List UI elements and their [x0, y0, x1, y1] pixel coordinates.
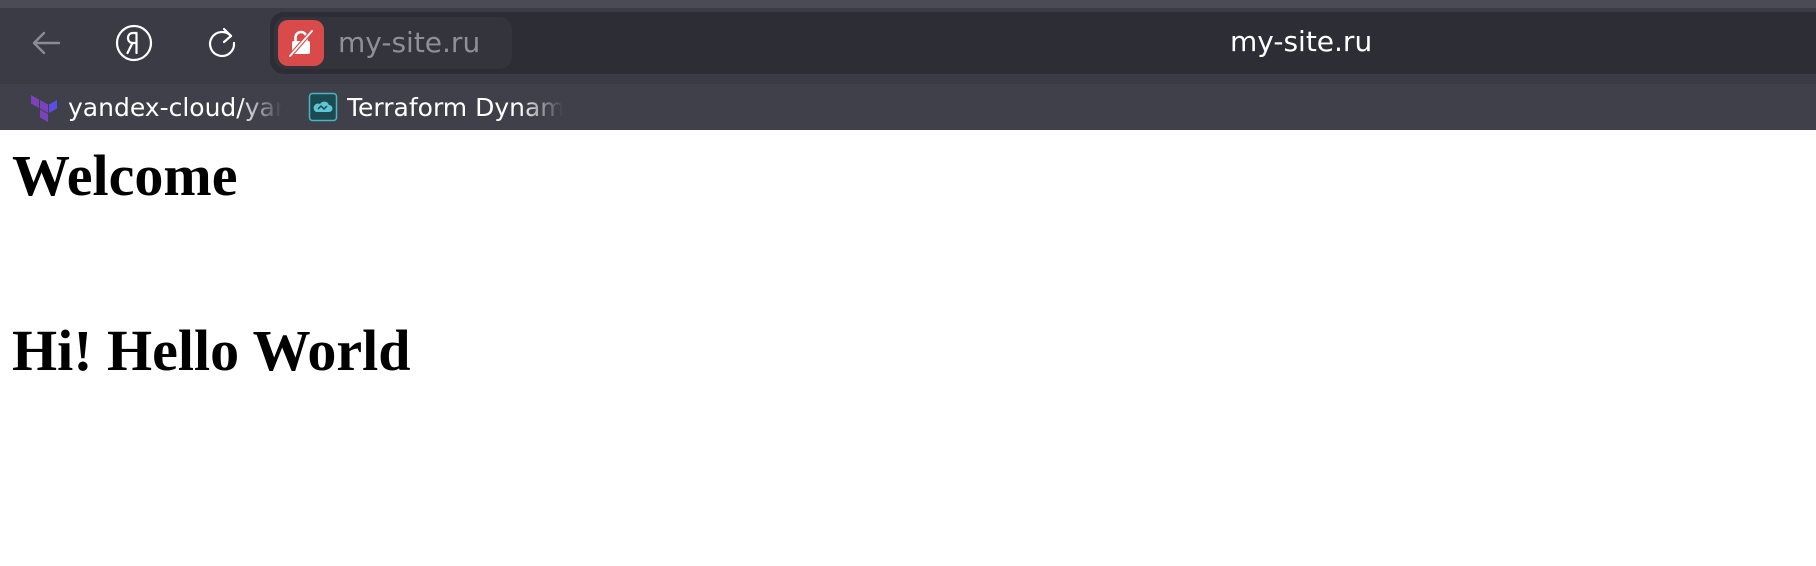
bookmark-yandex-cloud[interactable]: yandex-cloud/yandex — [28, 90, 282, 124]
bookmarks-bar: yandex-cloud/yandex Terraform Dynamic — [0, 84, 1816, 130]
back-button[interactable] — [21, 18, 71, 68]
address-bar[interactable]: my-site.ru my-site.ru — [270, 12, 1816, 74]
yandex-logo-icon — [115, 24, 153, 62]
reload-button[interactable] — [197, 18, 247, 68]
browser-toolbar: my-site.ru my-site.ru — [0, 8, 1816, 78]
hello-world-heading: Hi! Hello World — [12, 318, 411, 383]
cloud-icon — [307, 91, 339, 123]
site-chip-label: my-site.ru — [338, 26, 481, 59]
insecure-lock-icon — [278, 20, 324, 66]
arrow-left-icon — [32, 31, 61, 55]
terraform-icon — [28, 91, 60, 123]
bookmark-terraform-dynamic[interactable]: Terraform Dynamic — [307, 90, 563, 124]
welcome-heading: Welcome — [12, 143, 238, 208]
bookmark-label: yandex-cloud/yandex — [68, 92, 282, 122]
window-top-edge — [0, 0, 1816, 8]
yandex-button[interactable] — [109, 18, 159, 68]
bookmark-label: Terraform Dynamic — [347, 92, 563, 122]
address-url[interactable]: my-site.ru — [1230, 25, 1372, 59]
site-info-chip[interactable]: my-site.ru — [274, 17, 512, 69]
browser-chrome: my-site.ru my-site.ru yandex-cloud/yande… — [0, 0, 1816, 130]
page-content: Welcome Hi! Hello World — [0, 130, 1816, 566]
reload-icon — [208, 27, 236, 58]
